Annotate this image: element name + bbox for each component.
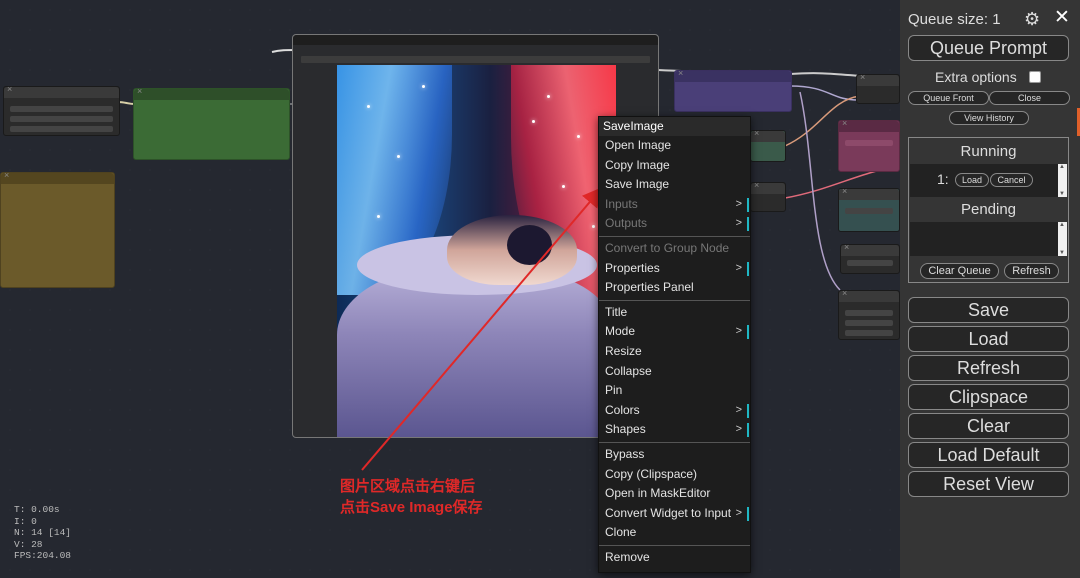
- close-button[interactable]: Close: [989, 91, 1070, 105]
- reset-view-button[interactable]: Reset View: [908, 471, 1069, 497]
- menu-separator: [599, 544, 750, 546]
- menu-item-outputs: Outputs: [599, 214, 750, 234]
- annotation-line-1: 图片区域点击右键后: [340, 478, 476, 495]
- queue-side-panel: Queue size: 1 ⚙ ✕ Queue Prompt Extra opt…: [900, 0, 1080, 578]
- extra-options-label: Extra options: [935, 69, 1017, 85]
- annotation-line-2: 点击Save Image保存: [340, 499, 483, 516]
- clear-button[interactable]: Clear: [908, 413, 1069, 439]
- refresh-button[interactable]: Refresh: [908, 355, 1069, 381]
- menu-item-clone[interactable]: Clone: [599, 523, 750, 543]
- pending-scrollbar[interactable]: [1058, 222, 1067, 256]
- cancel-item-button[interactable]: Cancel: [990, 173, 1033, 187]
- graph-canvas[interactable]: 图片区域点击右键后 点击Save Image保存 T: 0.00s I: 0 N…: [0, 0, 900, 578]
- menu-item-collapse[interactable]: Collapse: [599, 362, 750, 382]
- gear-icon[interactable]: ⚙: [1024, 9, 1040, 30]
- menu-item-convert-to-group-node: Convert to Group Node: [605, 240, 730, 255]
- load-item-button[interactable]: Load: [955, 173, 989, 187]
- render-stats: T: 0.00s I: 0 N: 14 [14] V: 28 FPS:204.0…: [14, 504, 71, 562]
- queue-box: Running 1: Load Cancel Pending Clear Que…: [908, 137, 1069, 283]
- annotation-text: 图片区域点击右键后 点击Save Image保存: [340, 476, 483, 518]
- menu-item-copy-image[interactable]: Copy Image: [599, 156, 750, 176]
- menu-item-remove[interactable]: Remove: [599, 548, 750, 568]
- menu-item-pin[interactable]: Pin: [599, 381, 750, 401]
- menu-item-colors[interactable]: Colors: [599, 401, 750, 421]
- menu-item-shapes[interactable]: Shapes: [599, 420, 750, 440]
- refresh-queue-button[interactable]: Refresh: [1004, 263, 1059, 279]
- menu-item-title[interactable]: Title: [599, 303, 750, 323]
- menu-separator: [599, 235, 750, 237]
- pending-list[interactable]: [910, 222, 1067, 256]
- stat-fps: FPS:204.08: [14, 550, 72, 561]
- running-item-index: 1:: [937, 171, 949, 187]
- clipspace-button[interactable]: Clipspace: [908, 384, 1069, 410]
- pending-label: Pending: [960, 201, 1017, 218]
- menu-item-open-image[interactable]: Open Image: [599, 136, 750, 156]
- stat-nodes: N: 14 [14]: [14, 527, 72, 538]
- running-label: Running: [960, 143, 1017, 160]
- menu-item-copy-clipspace[interactable]: Copy (Clipspace): [599, 465, 750, 485]
- running-list[interactable]: 1: Load Cancel: [910, 164, 1067, 197]
- extra-options-checkbox[interactable]: [1029, 71, 1041, 83]
- context-menu-title: SaveImage: [599, 117, 750, 136]
- queue-size-label: Queue size: 1: [908, 11, 1001, 28]
- queue-prompt-button[interactable]: Queue Prompt: [908, 35, 1069, 61]
- menu-item-properties-panel[interactable]: Properties Panel: [599, 278, 750, 298]
- menu-item-save-image[interactable]: Save Image: [599, 175, 750, 195]
- menu-item-convert-widget-to-input[interactable]: Convert Widget to Input: [599, 504, 750, 524]
- menu-item-resize[interactable]: Resize: [599, 342, 750, 362]
- save-button[interactable]: Save: [908, 297, 1069, 323]
- stat-time: T: 0.00s: [14, 504, 60, 515]
- load-button[interactable]: Load: [908, 326, 1069, 352]
- stat-i: I: 0: [14, 515, 37, 527]
- menu-separator: [599, 299, 750, 301]
- menu-item-inputs: Inputs: [599, 195, 750, 215]
- clear-queue-button[interactable]: Clear Queue: [920, 263, 999, 279]
- close-icon[interactable]: ✕: [1054, 6, 1070, 29]
- stat-v: V: 28: [14, 538, 43, 550]
- menu-item-bypass[interactable]: Bypass: [599, 445, 750, 465]
- load-default-button[interactable]: Load Default: [908, 442, 1069, 468]
- menu-item-mode[interactable]: Mode: [599, 322, 750, 342]
- running-scrollbar[interactable]: [1058, 164, 1067, 197]
- view-history-button[interactable]: View History: [949, 111, 1029, 125]
- menu-item-open-in-maskeditor[interactable]: Open in MaskEditor: [599, 484, 750, 504]
- queue-front-button[interactable]: Queue Front: [908, 91, 989, 105]
- menu-separator: [599, 441, 750, 443]
- menu-item-properties[interactable]: Properties: [599, 259, 750, 279]
- node-context-menu: SaveImage Open Image Copy Image Save Image…: [598, 116, 751, 573]
